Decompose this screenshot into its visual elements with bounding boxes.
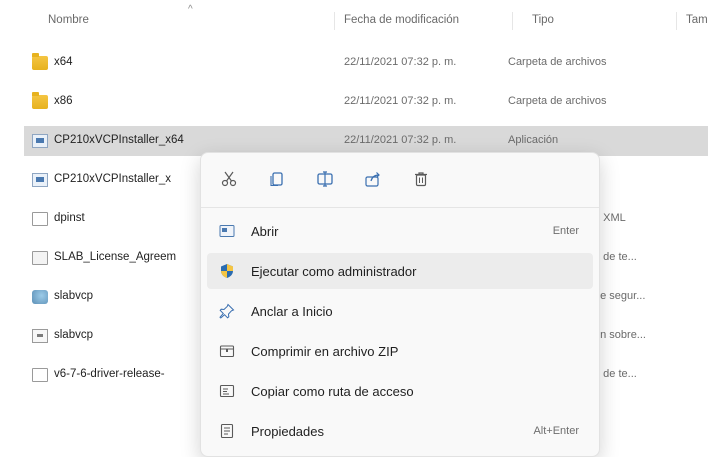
file-date: 22/11/2021 07:32 p. m. <box>344 95 457 107</box>
share-icon <box>365 172 380 187</box>
file-name: CP210xVCPInstaller_x64 <box>54 134 184 146</box>
application-icon <box>32 134 48 148</box>
folder-icon <box>32 53 48 70</box>
file-type: o de te... <box>594 368 637 380</box>
file-name: CP210xVCPInstaller_x <box>54 173 171 185</box>
menu-item-pin-to-start[interactable]: Anclar a Inicio <box>207 293 593 329</box>
file-name: v6-7-6-driver-release- <box>54 368 165 380</box>
file-date: 22/11/2021 07:32 p. m. <box>344 56 457 68</box>
file-type: o de te... <box>594 251 637 263</box>
column-divider[interactable] <box>334 12 335 30</box>
admin-shield-icon <box>219 263 235 279</box>
file-name: slabvcp <box>54 290 93 302</box>
menu-item-label: Abrir <box>251 224 279 239</box>
file-type: Aplicación <box>508 134 559 146</box>
menu-item-shortcut: Enter <box>552 225 579 237</box>
file-type: ón sobre... <box>594 329 646 341</box>
zip-icon <box>219 343 235 359</box>
file-name: x86 <box>54 95 73 107</box>
file-name: SLAB_License_Agreem <box>54 251 177 263</box>
copy-path-icon <box>219 383 235 399</box>
copy-icon <box>270 172 283 187</box>
delete-button[interactable] <box>407 165 435 193</box>
column-name-header[interactable]: Nombre <box>48 14 89 26</box>
column-divider[interactable] <box>512 12 513 30</box>
rename-icon <box>317 171 333 187</box>
file-row[interactable]: x64 22/11/2021 07:32 p. m. Carpeta de ar… <box>24 48 708 78</box>
file-name: slabvcp <box>54 329 93 341</box>
security-catalog-icon <box>32 290 48 304</box>
menu-item-label: Anclar a Inicio <box>251 304 333 319</box>
file-type: Carpeta de archivos <box>508 95 607 107</box>
cut-button[interactable] <box>215 165 243 193</box>
pin-icon <box>219 303 235 319</box>
column-divider[interactable] <box>676 12 677 30</box>
file-name: x64 <box>54 56 73 68</box>
column-size-header[interactable]: Tam <box>686 14 708 26</box>
context-menu: Abrir Enter Ejecutar como administrador … <box>200 152 600 457</box>
rename-button[interactable] <box>311 165 339 193</box>
menu-item-compress-zip[interactable]: Comprimir en archivo ZIP <box>207 333 593 369</box>
document-icon <box>32 251 48 265</box>
file-type: de segur... <box>594 290 646 302</box>
menu-item-shortcut: Alt+Enter <box>533 425 579 437</box>
open-icon <box>219 223 235 239</box>
column-header: Nombre ^ Fecha de modificación Tipo Tam <box>0 0 708 36</box>
menu-item-label: Copiar como ruta de acceso <box>251 384 414 399</box>
folder-icon <box>32 92 48 109</box>
document-icon <box>32 368 48 382</box>
column-type-header[interactable]: Tipo <box>532 14 554 26</box>
copy-button[interactable] <box>263 165 291 193</box>
menu-item-label: Propiedades <box>251 424 324 439</box>
menu-item-open[interactable]: Abrir Enter <box>207 213 593 249</box>
menu-item-run-as-admin[interactable]: Ejecutar como administrador <box>207 253 593 289</box>
sort-ascending-icon: ^ <box>188 4 193 15</box>
document-icon <box>32 212 48 226</box>
menu-item-label: Ejecutar como administrador <box>251 264 417 279</box>
file-name: dpinst <box>54 212 85 224</box>
properties-icon <box>219 423 235 439</box>
column-date-header[interactable]: Fecha de modificación <box>344 14 459 26</box>
application-icon <box>32 173 48 187</box>
menu-item-copy-as-path[interactable]: Copiar como ruta de acceso <box>207 373 593 409</box>
menu-divider <box>201 207 599 208</box>
file-type: Carpeta de archivos <box>508 56 607 68</box>
file-date: 22/11/2021 07:32 p. m. <box>344 134 457 146</box>
delete-icon <box>415 172 427 187</box>
share-button[interactable] <box>359 165 387 193</box>
menu-item-label: Comprimir en archivo ZIP <box>251 344 399 359</box>
context-menu-toolbar <box>201 153 599 205</box>
file-row[interactable]: x86 22/11/2021 07:32 p. m. Carpeta de ar… <box>24 87 708 117</box>
menu-item-properties[interactable]: Propiedades Alt+Enter <box>207 413 593 449</box>
cut-icon <box>221 171 237 187</box>
setup-information-icon <box>32 329 48 343</box>
